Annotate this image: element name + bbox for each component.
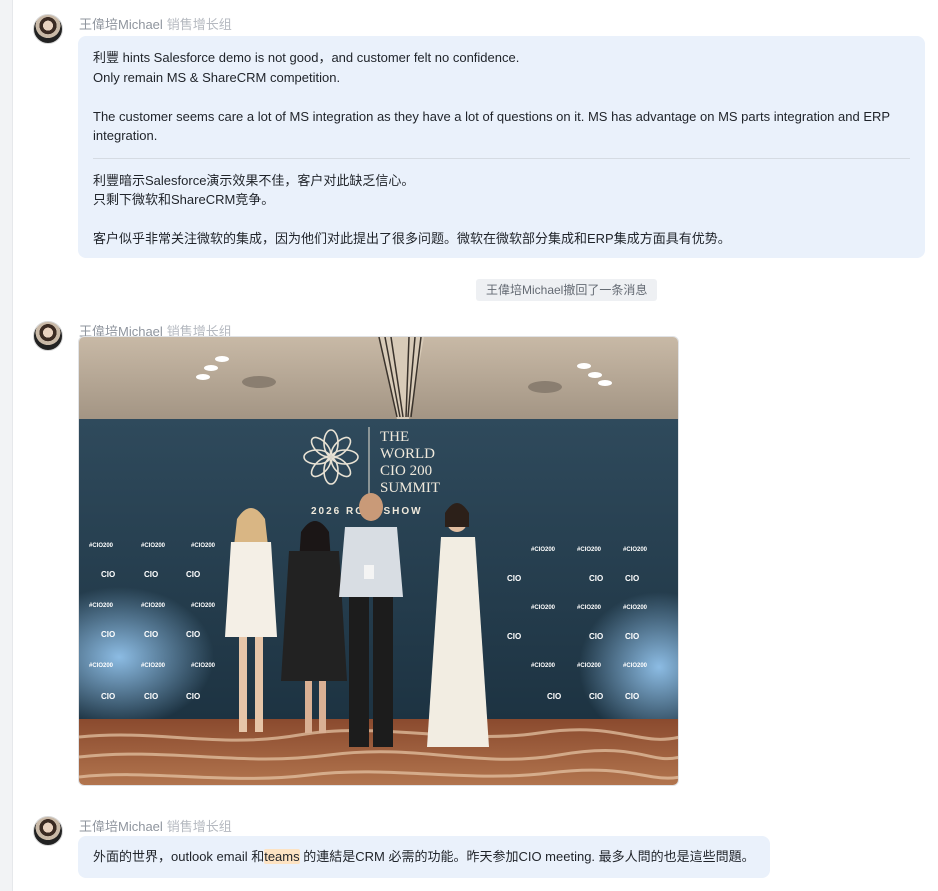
- backdrop-tag: #CIO200: [141, 603, 166, 609]
- sender-dept: 销售增长组: [166, 819, 232, 834]
- message-text: 外面的世界，outlook email 和: [93, 849, 265, 864]
- event-photo[interactable]: #CIO200 #CIO200 #CIO200 #CIO200 #CIO200 …: [78, 336, 679, 786]
- backdrop-logo: CIO: [589, 574, 603, 583]
- message-line: The customer seems care a lot of MS inte…: [93, 108, 890, 144]
- backdrop-logo: CIO: [625, 632, 639, 641]
- message-line: 利豐 hints Salesforce demo is not good，and…: [93, 50, 520, 65]
- sender-label[interactable]: 王偉培Michael: [79, 819, 163, 834]
- message-bubble[interactable]: 外面的世界，outlook email 和teams 的連結是CRM 必需的功能…: [78, 836, 770, 878]
- backdrop-logo: CIO: [186, 692, 200, 701]
- sender-dept: 销售增长组: [166, 17, 232, 32]
- message-bubble[interactable]: 利豐 hints Salesforce demo is not good，and…: [78, 36, 925, 258]
- backdrop-logo: CIO: [101, 630, 115, 639]
- message-text: 的連結是CRM 必需的功能。昨天参加CIO meeting. 最多人問的也是這些…: [299, 849, 755, 864]
- recall-notice: 王偉培Michael撤回了一条消息: [476, 279, 658, 301]
- avatar[interactable]: [33, 14, 63, 44]
- banner-title-line: THE: [380, 429, 409, 445]
- backdrop-logo: CIO: [144, 570, 158, 579]
- backdrop-logo: CIO: [589, 692, 603, 701]
- backdrop-tag: #CIO200: [531, 605, 556, 611]
- backdrop-logo: CIO: [144, 630, 158, 639]
- backdrop-logo: CIO: [547, 692, 561, 701]
- backdrop-tag: #CIO200: [623, 605, 648, 611]
- translation-line: 只剩下微软和ShareCRM竞争。: [93, 192, 275, 207]
- sender-label[interactable]: 王偉培Michael: [79, 17, 163, 32]
- backdrop-logo: CIO: [625, 692, 639, 701]
- backdrop-tag: #CIO200: [623, 547, 648, 553]
- backdrop-tag: #CIO200: [623, 663, 648, 669]
- backdrop-tag: #CIO200: [191, 603, 216, 609]
- banner-title-line: CIO 200: [380, 463, 432, 479]
- avatar[interactable]: [33, 816, 63, 846]
- message-line: Only remain MS & ShareCRM competition.: [93, 69, 341, 85]
- backdrop-logo: CIO: [507, 574, 521, 583]
- translation-line: 利豐暗示Salesforce演示效果不佳，客户对此缺乏信心。: [93, 172, 415, 188]
- translation-divider: [93, 157, 910, 159]
- left-rail: [0, 0, 13, 891]
- backdrop-tag: #CIO200: [89, 603, 114, 609]
- backdrop-logo: CIO: [625, 574, 639, 583]
- backdrop-tag: #CIO200: [531, 663, 556, 669]
- backdrop-logo: CIO: [186, 630, 200, 639]
- event-photo-image: #CIO200 #CIO200 #CIO200 #CIO200 #CIO200 …: [79, 337, 678, 785]
- backdrop-logo: CIO: [507, 632, 521, 641]
- backdrop-tag: #CIO200: [89, 543, 114, 549]
- backdrop-tag: #CIO200: [141, 543, 166, 549]
- backdrop-tag: #CIO200: [577, 663, 602, 669]
- backdrop-logo: CIO: [144, 692, 158, 701]
- sender-name: 王偉培Michael 销售增长组: [79, 816, 232, 835]
- highlighted-keyword[interactable]: teams: [264, 849, 300, 864]
- banner-title-line: SUMMIT: [380, 480, 440, 496]
- backdrop-tag: #CIO200: [531, 547, 556, 553]
- backdrop-tag: #CIO200: [577, 547, 602, 553]
- backdrop-logo: CIO: [186, 570, 200, 579]
- backdrop-logo: CIO: [101, 570, 115, 579]
- banner-title-line: WORLD: [380, 446, 435, 462]
- backdrop-tag: #CIO200: [191, 543, 216, 549]
- sender-name: 王偉培Michael 销售增长组: [79, 14, 232, 33]
- translation-line: 客户似乎非常关注微软的集成，因为他们对此提出了很多问题。微软在微软部分集成和ER…: [93, 231, 731, 246]
- backdrop-tag: #CIO200: [577, 605, 602, 611]
- backdrop-tag: #CIO200: [89, 663, 114, 669]
- backdrop-logo: CIO: [589, 632, 603, 641]
- backdrop-tag: #CIO200: [191, 663, 216, 669]
- backdrop-tag: #CIO200: [141, 663, 166, 669]
- avatar[interactable]: [33, 321, 63, 351]
- backdrop-logo: CIO: [101, 692, 115, 701]
